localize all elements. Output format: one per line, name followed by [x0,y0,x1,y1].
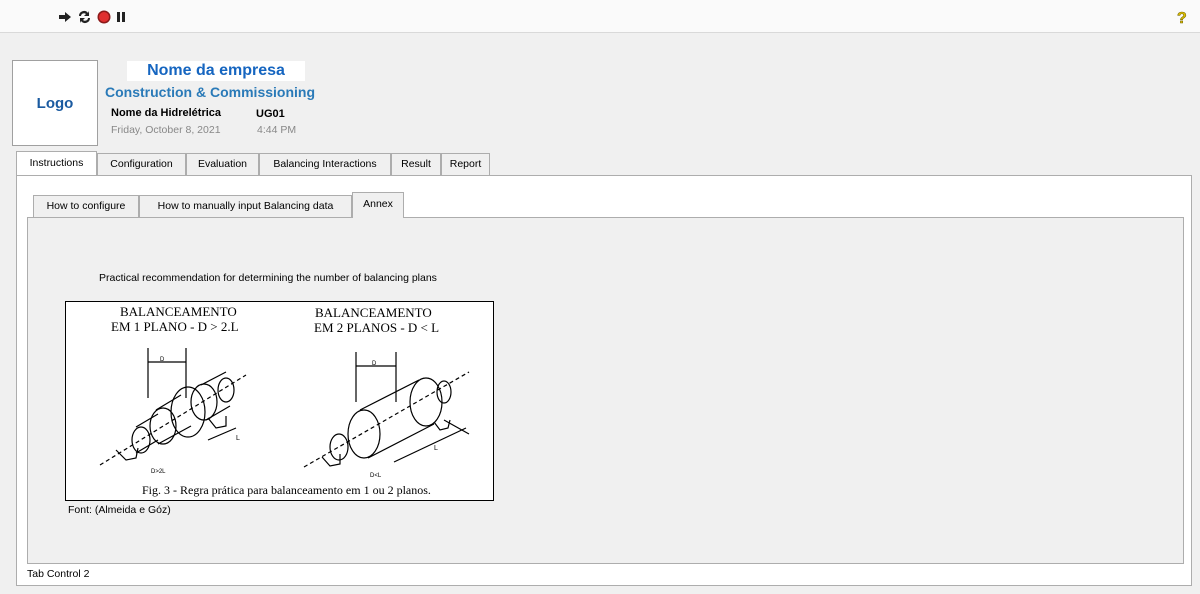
time-display: 4:44 PM [257,124,297,136]
fig-right-title-2: EM 2 PLANOS - D < L [314,320,440,335]
left-dim-l: L [236,435,240,442]
tab-result[interactable]: Result [391,153,441,175]
annex-heading: Practical recommendation for determining… [99,272,437,284]
left-foot-label: D>2L [151,469,166,475]
tab-report[interactable]: Report [441,153,490,175]
single-plane-rotor-illustration: D L D>2L [99,348,247,475]
figure-caption: Fig. 3 - Regra prática para balanceament… [142,483,431,497]
company-name: Nome da empresa [127,61,305,81]
fig-left-title-1: BALANCEAMENTO [120,304,237,319]
help-icon[interactable]: ? [1174,8,1190,28]
right-dim-l: L [434,445,438,452]
department-title: Construction & Commissioning [105,84,315,100]
tab-configuration[interactable]: Configuration [97,153,186,175]
tab-annex[interactable]: Annex [352,192,404,218]
two-plane-rotor-illustration: D L D<L [303,352,470,479]
tab-control-label: Tab Control 2 [27,568,90,580]
toolbar: ? [0,0,1200,33]
left-dim-d: D [160,357,165,363]
fig-left-title-2: EM 1 PLANO - D > 2.L [111,319,239,334]
svg-text:?: ? [1177,10,1187,26]
tab-instructions[interactable]: Instructions [16,151,97,175]
tab-how-to-manually-input[interactable]: How to manually input Balancing data [139,195,352,217]
right-dim-d: D [372,361,377,367]
plant-name: Nome da Hidrelétrica [111,107,222,119]
date-display: Friday, October 8, 2021 [111,124,221,136]
tab-how-to-configure[interactable]: How to configure [33,195,139,217]
fig-right-title-1: BALANCEAMENTO [315,305,432,320]
run-continuous-icon[interactable] [76,9,92,25]
abort-icon[interactable] [96,9,112,25]
run-arrow-icon[interactable] [57,9,73,25]
right-foot-label: D<L [370,473,382,479]
logo: Logo [36,94,74,112]
pause-icon[interactable] [113,9,129,25]
balancing-figure: BALANCEAMENTO EM 1 PLANO - D > 2.L BALAN… [65,301,494,501]
unit-id: UG01 [256,108,285,120]
tab-evaluation[interactable]: Evaluation [186,153,259,175]
figure-source: Font: (Almeida e Góz) [68,504,171,516]
tab-balancing-interactions[interactable]: Balancing Interactions [259,153,391,175]
logo-box: Logo [12,60,98,146]
